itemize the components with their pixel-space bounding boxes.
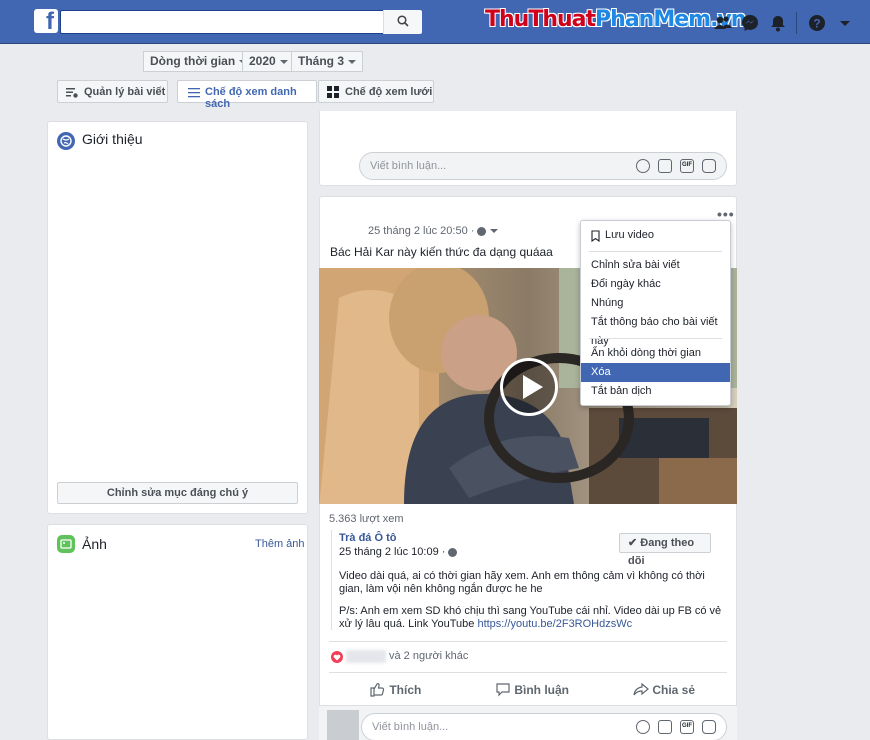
- photos-panel: [47, 524, 308, 740]
- watermark-brand: ThuThuatPhanMem.vn: [485, 7, 746, 32]
- timeline-filter-dropdown[interactable]: Dòng thời gian: [143, 51, 255, 72]
- source-timestamp[interactable]: 25 tháng 2 lúc 10:09 ·: [339, 546, 458, 558]
- menu-embed[interactable]: Nhúng: [581, 294, 730, 313]
- help-icon[interactable]: ?: [807, 13, 827, 33]
- divider: [329, 672, 727, 673]
- sticker-icon[interactable]: [702, 720, 716, 734]
- friends-icon[interactable]: [713, 13, 733, 33]
- photo-icon: [57, 535, 75, 553]
- year-filter-dropdown[interactable]: 2020: [242, 51, 295, 72]
- globe-icon: [57, 132, 75, 150]
- view-count: 5.363 lượt xem: [329, 513, 404, 525]
- check-icon: ✔: [628, 537, 638, 549]
- notifications-icon[interactable]: [768, 13, 788, 33]
- gif-icon[interactable]: GIF: [680, 159, 694, 173]
- menu-disable-translation[interactable]: Tắt bản dịch: [581, 382, 730, 401]
- emoji-icon[interactable]: [636, 159, 650, 173]
- youtube-link[interactable]: https://youtu.be/2F3ROHdzsWc: [477, 618, 632, 630]
- shared-quote-bar: [331, 530, 332, 630]
- menu-save-video[interactable]: Lưu video: [581, 226, 730, 245]
- menu-hide-timeline[interactable]: Ẩn khỏi dòng thời gian: [581, 344, 730, 363]
- privacy-globe-icon: [448, 547, 458, 557]
- play-button[interactable]: [500, 358, 558, 416]
- thumbs-up-icon: [370, 683, 385, 697]
- menu-edit-post[interactable]: Chỉnh sửa bài viết: [581, 256, 730, 275]
- menu-delete[interactable]: Xóa: [581, 363, 730, 382]
- reaction-summary[interactable]: và 2 người khác: [389, 650, 468, 662]
- comment-button[interactable]: Bình luận: [495, 682, 569, 697]
- messenger-icon[interactable]: [740, 13, 760, 33]
- menu-separator: [589, 251, 722, 252]
- share-button[interactable]: Chia sẻ: [633, 682, 695, 697]
- blurred-name: [346, 650, 386, 663]
- photos-title: Ảnh: [82, 536, 107, 552]
- post-options-menu: Lưu video Chỉnh sửa bài viết Đổi ngày kh…: [580, 220, 731, 406]
- like-button[interactable]: Thích: [370, 682, 421, 697]
- camera-icon[interactable]: [658, 720, 672, 734]
- source-page-name[interactable]: Trà đá Ô tô: [339, 532, 396, 544]
- intro-title: Giới thiệu: [82, 131, 143, 147]
- left-gutter: [0, 44, 10, 740]
- manage-list-icon: [66, 88, 78, 98]
- caret-down-icon: [348, 59, 357, 64]
- menu-separator: [589, 338, 722, 339]
- search-input[interactable]: [60, 10, 422, 34]
- privacy-globe-icon[interactable]: [477, 226, 487, 236]
- search-button[interactable]: [383, 10, 422, 34]
- heart-reaction-icon[interactable]: [331, 651, 343, 663]
- avatar[interactable]: [327, 710, 359, 740]
- list-view-button[interactable]: Chế độ xem danh sách: [177, 80, 317, 110]
- following-button[interactable]: ✔ Đang theo dõi: [619, 533, 711, 567]
- svg-text:?: ?: [813, 17, 820, 31]
- comment-icon: [496, 683, 510, 697]
- grid-view-button[interactable]: Chế độ xem lưới: [318, 80, 434, 103]
- caret-down-icon[interactable]: [490, 229, 499, 234]
- post-caption: Bác Hải Kar này kiến thức đa dạng quáaa: [330, 245, 553, 259]
- facebook-logo[interactable]: f: [34, 9, 58, 35]
- gif-icon[interactable]: GIF: [680, 720, 694, 734]
- intro-panel: [47, 121, 308, 514]
- emoji-icon[interactable]: [636, 720, 650, 734]
- comment-input[interactable]: Viết bình luận...: [361, 713, 727, 740]
- share-icon: [633, 682, 649, 696]
- post-timestamp[interactable]: 25 tháng 2 lúc 20:50 ·: [368, 225, 499, 237]
- add-photos-link[interactable]: Thêm ảnh: [255, 538, 305, 550]
- caret-down-icon: [279, 59, 288, 64]
- manage-posts-button[interactable]: Quản lý bài viết: [57, 80, 168, 103]
- grid-icon: [327, 86, 339, 98]
- post-description-ps: P/s: Anh em xem SD khó chịu thì sang You…: [339, 605, 722, 630]
- menu-change-date[interactable]: Đổi ngày khác: [581, 275, 730, 294]
- camera-icon[interactable]: [658, 159, 672, 173]
- bookmark-icon: [591, 230, 600, 242]
- list-icon: [188, 88, 200, 98]
- search-icon: [397, 15, 409, 27]
- sticker-icon[interactable]: [702, 159, 716, 173]
- menu-mute-notifications[interactable]: Tắt thông báo cho bài viết này: [581, 313, 730, 347]
- divider: [329, 641, 727, 642]
- chevron-down-icon[interactable]: [835, 13, 855, 33]
- post-description: Video dài quá, ai có thời gian hãy xem. …: [339, 570, 705, 595]
- toolbar-divider: [796, 12, 797, 34]
- edit-featured-button[interactable]: Chỉnh sửa mục đáng chú ý: [57, 482, 298, 504]
- month-filter-dropdown[interactable]: Tháng 3: [291, 51, 364, 72]
